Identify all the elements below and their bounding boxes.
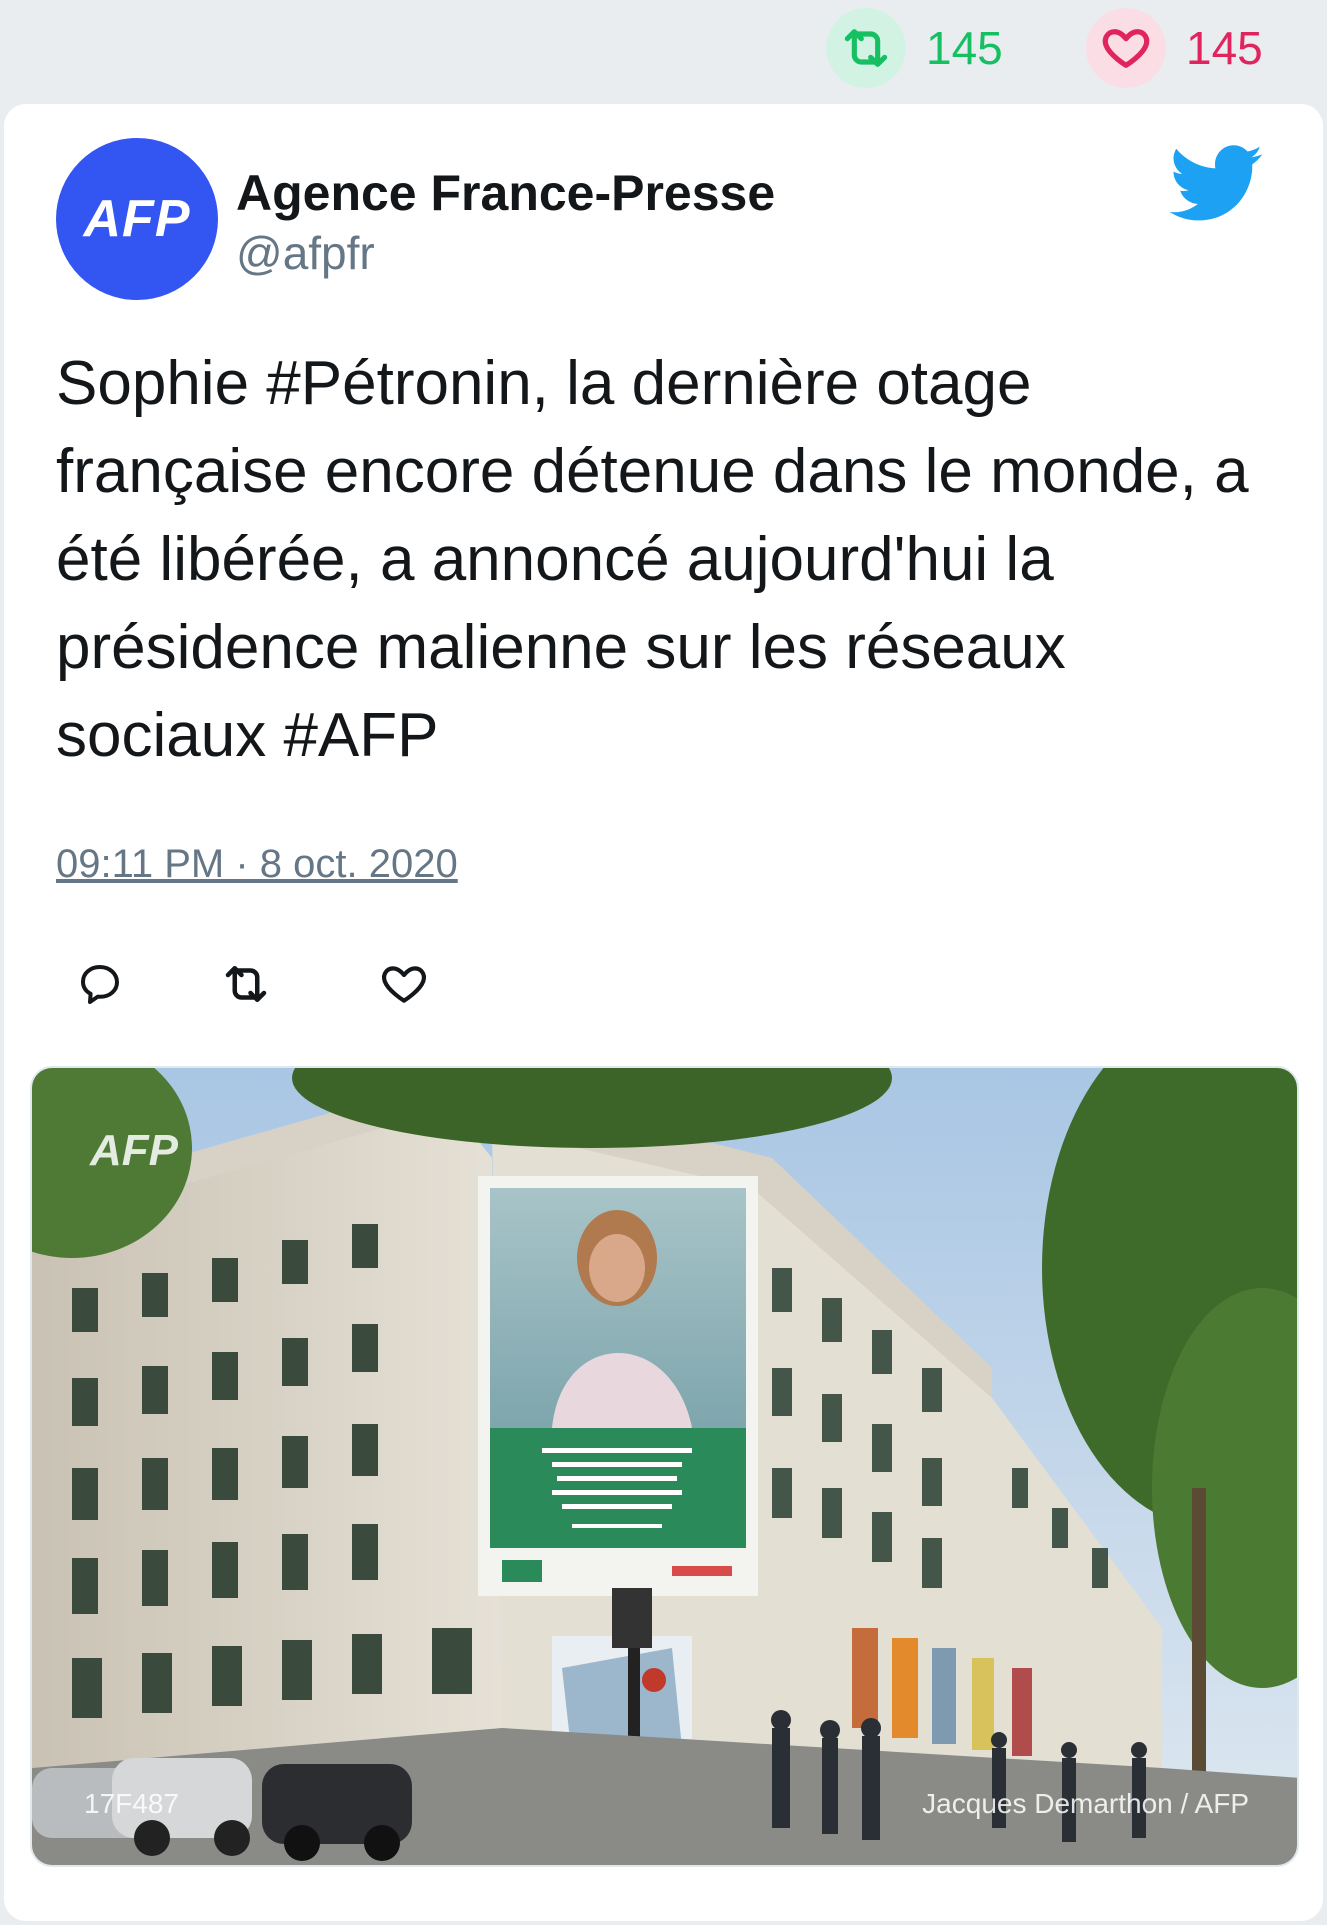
afp-watermark: AFP: [90, 1126, 178, 1175]
avatar[interactable]: AFP: [56, 138, 218, 300]
avatar-logo-text: AFP: [83, 190, 191, 248]
like-stat[interactable]: 145: [1086, 8, 1263, 88]
photo-credit: Jacques Demarthon / AFP: [922, 1788, 1249, 1819]
tweet-photo[interactable]: AFP 17F487 Jacques Demarthon / AFP: [30, 1066, 1299, 1867]
reply-button[interactable]: [70, 954, 130, 1014]
tweet-timestamp[interactable]: 09:11 PM · 8 oct. 2020: [56, 842, 458, 887]
engagement-stats-bar: 145 145: [0, 0, 1327, 100]
retweet-count: 145: [926, 22, 1003, 74]
retweet-stat-icon: [826, 8, 906, 88]
photo-code: 17F487: [84, 1788, 179, 1819]
author-name[interactable]: Agence France-Presse: [236, 164, 775, 222]
retweet-icon: [225, 966, 267, 1002]
twitter-bird-icon[interactable]: [1169, 144, 1264, 224]
author-handle[interactable]: @afpfr: [236, 226, 375, 280]
tweet-card: AFP Agence France-Presse @afpfr Sophie #…: [4, 104, 1323, 1921]
like-icon: [382, 966, 426, 1003]
like-count: 145: [1186, 22, 1263, 74]
reply-icon: [81, 965, 119, 1004]
like-button[interactable]: [374, 954, 434, 1014]
like-stat-icon: [1086, 8, 1166, 88]
retweet-button[interactable]: [216, 954, 276, 1014]
retweet-stat[interactable]: 145: [826, 8, 1003, 88]
tweet-text: Sophie #Pétronin, la dernière otage fran…: [56, 349, 1249, 770]
building-photo: [32, 1068, 1297, 1865]
